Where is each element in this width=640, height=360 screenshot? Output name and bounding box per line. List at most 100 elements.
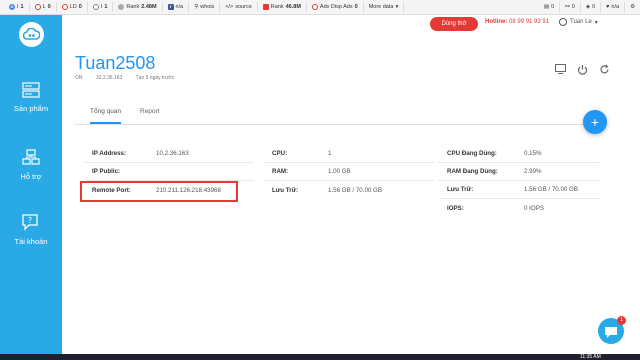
seo-rank[interactable]: Rank 2.48M (113, 2, 163, 12)
link-icon: ⚯ (565, 4, 570, 10)
gear-icon: ⚙ (630, 4, 635, 10)
seo-heart[interactable]: ♥ n/a (601, 2, 626, 12)
seo-l[interactable]: L 0 (30, 2, 57, 12)
seo-link[interactable]: ⚯ 0 (560, 2, 581, 12)
server-rack-icon (22, 82, 40, 98)
seo-google[interactable]: G I 1 (4, 2, 30, 12)
detail-value: 0.15% (524, 150, 542, 157)
svg-text:?: ? (28, 216, 32, 225)
seo-ld[interactable]: LD 0 (57, 2, 88, 12)
detail-row: CPU Đang Dùng: 0.15% (439, 145, 599, 163)
sidebar-item-account[interactable]: ? Tài khoản (0, 213, 62, 246)
seo-settings[interactable]: ⚙ (625, 2, 640, 12)
share-icon: ◈ (585, 4, 591, 10)
detail-label: IP Public: (92, 168, 121, 175)
whois-icon: ⚲ (194, 4, 199, 10)
chevron-down-icon: ▾ (594, 19, 598, 26)
seo-source[interactable]: </> source (220, 2, 258, 12)
detail-value: 1.56 GB / 70.00 GB (328, 186, 383, 194)
server-actions (555, 64, 610, 75)
detail-label: Lưu Trữ: (447, 186, 474, 193)
seo-value: 1 (104, 4, 108, 10)
seo-share[interactable]: ◈ 0 (581, 2, 602, 12)
os-taskbar: 11:35 AM (0, 354, 640, 360)
support-stack-icon (22, 149, 40, 165)
logo[interactable] (0, 15, 62, 53)
server-ip: 10.2.36.163 (95, 75, 123, 81)
seo-label: More data (368, 4, 394, 10)
detail-label: CPU: (272, 150, 288, 157)
user-menu[interactable]: Tuan Le ▾ (559, 18, 598, 26)
cloud-logo-icon (18, 21, 44, 47)
restart-icon[interactable] (599, 64, 610, 75)
sidebar: Sản phẩm Hỗ trợ ? Tài khoản (0, 15, 62, 360)
user-icon (559, 18, 567, 26)
seo-label: source (235, 4, 252, 10)
seo-rank2[interactable]: Rank 46.8M (258, 2, 307, 12)
facebook-icon: f (167, 4, 174, 10)
seo-label: LD (69, 4, 77, 10)
rank2-icon (262, 4, 269, 10)
seo-more[interactable]: More data ▾ (364, 2, 405, 12)
seo-whois[interactable]: ⚲ whois (189, 2, 221, 12)
seo-value: 46.8M (285, 4, 301, 10)
sidebar-item-label: Hỗ trợ (20, 172, 42, 181)
detail-label: IP Address: (92, 150, 127, 157)
created-time: Tạo 5 ngày trước (135, 75, 175, 81)
detail-value: 1.00 GB (328, 168, 351, 175)
detail-label: IOPS: (447, 204, 464, 212)
seo-label: L (42, 4, 46, 10)
rank-icon (118, 4, 125, 10)
seo-value: 0 (78, 4, 82, 10)
seo-doc[interactable]: ▤ 0 (539, 2, 561, 12)
page-title: Tuan2508 (75, 53, 156, 73)
seo-value: 1 (20, 4, 24, 10)
tab-overview[interactable]: Tổng quan (90, 108, 122, 124)
seo-facebook[interactable]: f n/a (163, 2, 190, 12)
remote-port-highlight (80, 181, 238, 202)
source-icon: </> (225, 4, 234, 10)
detail-row: IP Address: 10.2.36.163 (84, 145, 254, 163)
power-icon[interactable] (577, 64, 588, 75)
sidebar-item-products[interactable]: Sản phẩm (0, 82, 62, 113)
detail-row: RAM Đang Dùng: 2.99% (439, 163, 599, 181)
hotline-number[interactable]: 08 99 91 93 91 (509, 19, 549, 25)
seo-label: Adv Disp Ads (319, 4, 353, 10)
sidebar-item-label: Tài khoản (14, 237, 48, 246)
detail-row: IOPS: 0 IOPS (439, 199, 599, 217)
add-button[interactable]: + (583, 110, 607, 134)
doc-icon: ▤ (543, 4, 550, 10)
ld-icon (61, 4, 68, 10)
detail-row: Lưu Trữ: 1.56 GB / 70.00 GB (264, 181, 434, 199)
more-icon: ▾ (395, 4, 399, 10)
google-icon: G (9, 4, 15, 10)
status-badge: ON (75, 75, 83, 81)
user-name: Tuan Le (570, 19, 592, 25)
seo-value: 0 (551, 4, 555, 10)
detail-row: CPU: 1 (264, 145, 434, 163)
detail-label: RAM Đang Dùng: (447, 168, 498, 175)
seo-toolbar: G I 1 L 0 LD 0 I 1 Rank 2.48M f n/a ⚲ wh… (0, 0, 640, 15)
hotline-label: Hotline: (485, 19, 508, 25)
seo-value: n/a (611, 4, 620, 10)
seo-label: n/a (175, 4, 184, 10)
tab-report[interactable]: Report (140, 108, 160, 115)
account-chat-icon: ? (22, 214, 38, 231)
detail-label: CPU Đang Dùng: (447, 150, 497, 157)
chat-badge: 1 (617, 316, 626, 325)
sidebar-item-support[interactable]: Hỗ trợ (0, 149, 62, 181)
seo-value: 0 (592, 4, 596, 10)
detail-label: Lưu Trữ: (272, 186, 299, 194)
seo-i[interactable]: I 1 (88, 2, 114, 12)
seo-label: whois (200, 4, 215, 10)
trial-button[interactable]: Dùng thử (430, 17, 478, 31)
top-header: Dùng thử Hotline: 08 99 91 93 91 Tuan Le… (62, 15, 640, 37)
detail-row: IP Public: (84, 163, 254, 181)
seo-value: 0 (47, 4, 51, 10)
seo-label: I (17, 4, 19, 10)
console-icon[interactable] (555, 64, 566, 75)
detail-row: Lưu Trữ: 1.56 GB / 70.00 GB (439, 181, 599, 199)
hotline: Hotline: 08 99 91 93 91 (485, 19, 549, 25)
seo-adv[interactable]: Adv Disp Ads 0 (307, 2, 364, 12)
adv-icon (311, 4, 318, 10)
